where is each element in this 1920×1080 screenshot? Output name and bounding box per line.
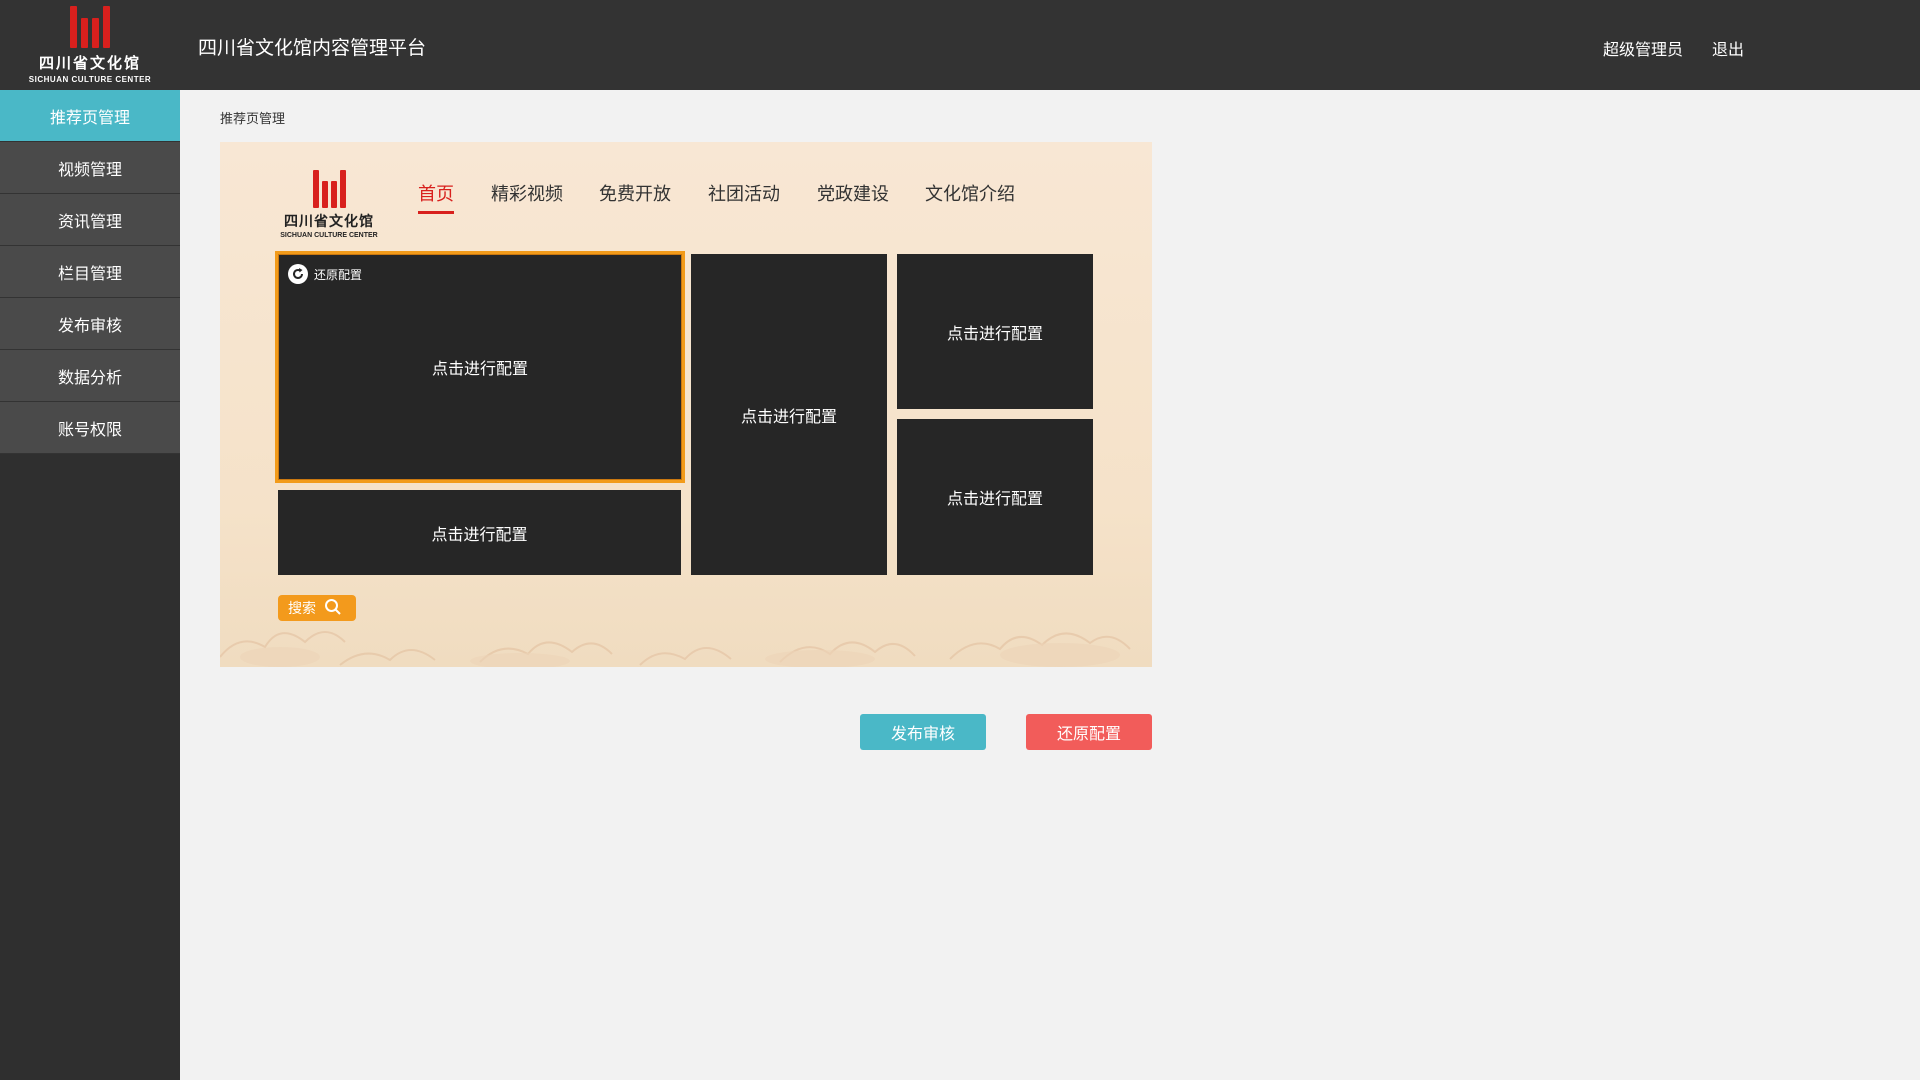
breadcrumb: 推荐页管理 <box>220 111 286 126</box>
preview-nav-clubs[interactable]: 社团活动 <box>708 180 780 214</box>
config-tile-center[interactable]: 点击进行配置 <box>691 254 887 575</box>
recommend-page-preview: 四川省文化馆 SICHUAN CULTURE CENTER 首页 精彩视频 免费… <box>220 142 1152 667</box>
logo-subtitle: SICHUAN CULTURE CENTER <box>28 75 152 84</box>
tile-label: 点击进行配置 <box>740 408 837 426</box>
reset-config-button[interactable]: 还原配置 <box>1026 714 1152 750</box>
logout-link[interactable]: 退出 <box>1712 36 1744 60</box>
preview-nav-about[interactable]: 文化馆介绍 <box>925 180 1015 214</box>
preview-nav-videos[interactable]: 精彩视频 <box>491 180 563 214</box>
sidebar: 推荐页管理 视频管理 资讯管理 栏目管理 发布审核 数据分析 账号权限 <box>0 90 180 1080</box>
preview-logo-subtitle: SICHUAN CULTURE CENTER <box>280 232 378 239</box>
search-icon <box>324 598 342 619</box>
publish-review-button[interactable]: 发布审核 <box>860 714 986 750</box>
preview-nav-home[interactable]: 首页 <box>418 180 454 214</box>
cloud-pattern-decoration <box>220 631 1131 667</box>
sidebar-item-analytics[interactable]: 数据分析 <box>0 350 180 402</box>
config-tile-main[interactable]: 还原配置 点击进行配置 <box>275 251 685 483</box>
preview-nav-party[interactable]: 党政建设 <box>817 180 889 214</box>
sidebar-item-publish-review[interactable]: 发布审核 <box>0 298 180 350</box>
culture-center-logo-icon <box>70 6 110 48</box>
sidebar-item-columns[interactable]: 栏目管理 <box>0 246 180 298</box>
refresh-icon <box>288 264 308 284</box>
tile-label: 点击进行配置 <box>431 361 528 378</box>
preview-logo: 四川省文化馆 SICHUAN CULTURE CENTER <box>276 170 382 239</box>
sidebar-item-video[interactable]: 视频管理 <box>0 142 180 194</box>
tile-label: 点击进行配置 <box>946 325 1043 343</box>
preview-logo-name: 四川省文化馆 <box>284 213 374 229</box>
app-title: 四川省文化馆内容管理平台 <box>198 38 427 59</box>
config-tile-top-right[interactable]: 点击进行配置 <box>897 254 1093 409</box>
preview-nav-free-open[interactable]: 免费开放 <box>599 180 671 214</box>
sidebar-item-accounts[interactable]: 账号权限 <box>0 402 180 454</box>
preview-search-button[interactable]: 搜索 <box>278 595 356 621</box>
search-label: 搜索 <box>288 600 316 616</box>
current-user[interactable]: 超级管理员 <box>1603 36 1683 60</box>
brand-logo[interactable]: 四川省文化馆 SICHUAN CULTURE CENTER <box>0 0 180 90</box>
config-tile-bottom-left[interactable]: 点击进行配置 <box>278 490 681 575</box>
config-tile-bottom-right[interactable]: 点击进行配置 <box>897 419 1093 575</box>
tile-label: 点击进行配置 <box>946 491 1043 508</box>
tile-label: 点击进行配置 <box>431 526 528 544</box>
sidebar-item-news[interactable]: 资讯管理 <box>0 194 180 246</box>
tile-reset-button[interactable]: 还原配置 <box>288 264 362 284</box>
sidebar-item-recommend[interactable]: 推荐页管理 <box>0 90 180 142</box>
culture-center-logo-icon <box>312 170 346 208</box>
logo-name: 四川省文化馆 <box>38 55 141 72</box>
top-bar: 四川省文化馆 SICHUAN CULTURE CENTER 四川省文化馆内容管理… <box>0 0 1920 90</box>
tile-reset-label: 还原配置 <box>314 267 363 282</box>
